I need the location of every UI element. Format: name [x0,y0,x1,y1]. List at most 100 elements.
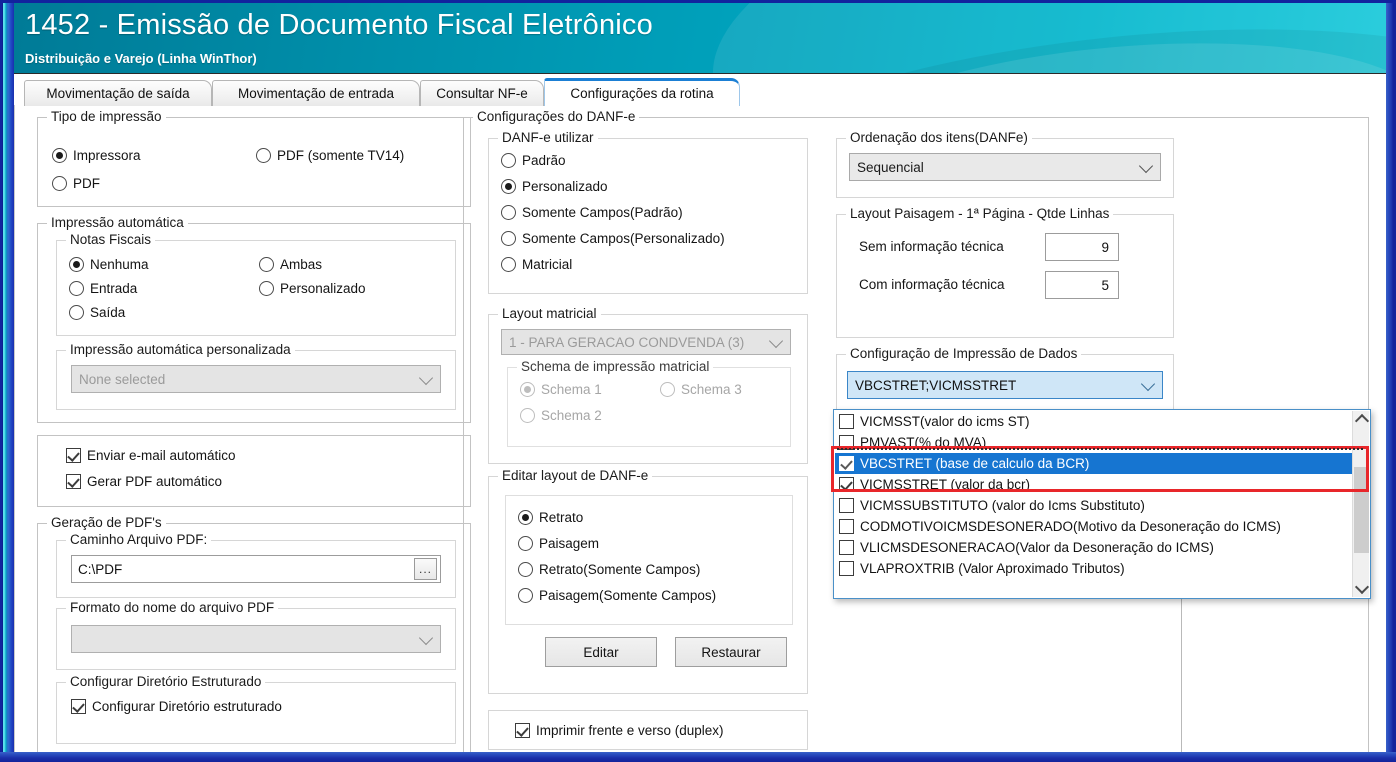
radio-entrada[interactable]: Entrada [69,281,137,296]
radio-personalizado-danfe[interactable]: Personalizado [501,179,608,194]
checkbox-icon[interactable] [839,477,854,492]
radio-schema-2[interactable]: Schema 2 [520,408,602,423]
radio-schema-3[interactable]: Schema 3 [660,382,742,397]
radio-matricial[interactable]: Matricial [501,257,572,272]
restaurar-button[interactable]: Restaurar [675,637,787,667]
radio-paisagem[interactable]: Paisagem [518,536,599,551]
radio-pdf[interactable]: PDF [52,176,100,191]
radio-retrato[interactable]: Retrato [518,510,583,525]
radio-nenhuma[interactable]: Nenhuma [69,257,149,272]
input-com-informacao-tecnica[interactable]: 5 [1045,271,1119,299]
checkbox-icon[interactable] [839,540,854,555]
radio-saida[interactable]: Saída [69,305,125,320]
tab-movimentacao-saida[interactable]: Movimentação de saída [24,80,212,106]
window-right-border [1386,0,1396,762]
checkbox-icon[interactable] [839,498,854,513]
group-caminho-arquivo-pdf: Caminho Arquivo PDF: C:\PDF ... [56,532,456,598]
radio-label: Ambas [280,257,323,272]
chevron-down-icon [418,370,434,386]
group-ordenacao-itens: Ordenação dos itens(DANFe) Sequencial [836,130,1174,198]
scroll-up-arrow-icon[interactable] [1353,411,1370,429]
ordenacao-itens-combo[interactable]: Sequencial [849,153,1161,181]
checkbox-enviar-email-automatico[interactable]: Enviar e-mail automático [66,448,236,463]
layout-matricial-combo[interactable]: 1 - PARA GERACAO CONDVENDA (3) [501,329,791,355]
radio-paisagem-somente-campos[interactable]: Paisagem(Somente Campos) [518,588,716,603]
list-item[interactable]: VLAPROXTRIB (Valor Aproximado Tributos) [835,558,1352,579]
group-title: DANF-e utilizar [498,130,598,145]
checkbox-imprimir-frente-verso[interactable]: Imprimir frente e verso (duplex) [515,723,724,738]
panel-orientacao-layout: Retrato Paisagem Retrato(Somente Campos)… [505,495,793,625]
radio-icon [259,281,274,296]
list-item[interactable]: CODMOTIVOICMSDESONERADO(Motivo da Desone… [835,516,1352,537]
tab-movimentacao-entrada[interactable]: Movimentação de entrada [212,80,420,106]
list-item-label: CODMOTIVOICMSDESONERADO(Motivo da Desone… [860,519,1281,534]
radio-label: Nenhuma [90,257,149,272]
radio-icon [501,179,516,194]
group-title: Notas Fiscais [66,232,156,247]
group-editar-layout-danfe: Editar layout de DANF-e Retrato Paisagem… [488,468,808,694]
tab-consultar-nfe[interactable]: Consultar NF-e [420,80,544,106]
checkbox-icon[interactable] [839,414,854,429]
checkbox-gerar-pdf-automatico[interactable]: Gerar PDF automático [66,474,222,489]
radio-label: Padrão [522,153,566,168]
radio-padrao[interactable]: Padrão [501,153,566,168]
radio-somente-campos-personalizado[interactable]: Somente Campos(Personalizado) [501,231,725,246]
radio-icon [520,408,535,423]
button-label: Restaurar [701,644,761,660]
list-item[interactable]: VICMSST(valor do icms ST) [835,411,1352,432]
radio-label: Matricial [522,257,573,272]
scrollbar-thumb[interactable] [1354,467,1369,553]
formato-nome-arquivo-combo[interactable] [71,625,441,653]
checkbox-icon[interactable] [839,561,854,576]
radio-personalizado[interactable]: Personalizado [259,281,366,296]
radio-label: Schema 1 [541,382,602,397]
app-header: 1452 - Emissão de Documento Fiscal Eletr… [3,3,1389,73]
input-value: C:\PDF [78,561,123,577]
group-impressao-automatica: Impressão automática Notas Fiscais Nenhu… [37,215,471,423]
list-item[interactable]: VICMSSTRET (valor da bcr) [835,474,1352,495]
radio-somente-campos-padrao[interactable]: Somente Campos(Padrão) [501,205,683,220]
tab-label: Movimentação de entrada [237,86,395,101]
list-item[interactable]: VLICMSDESONERACAO(Valor da Desoneração d… [835,537,1352,558]
radio-impressora[interactable]: Impressora [52,148,141,163]
checkbox-icon [515,723,530,738]
tab-configuracoes-da-rotina[interactable]: Configurações da rotina [544,78,740,106]
impressao-personalizada-combo[interactable]: None selected [71,365,441,393]
combo-value: VBCSTRET;VICMSSTRET [855,377,1017,393]
checkbox-icon [66,448,81,463]
radio-icon [69,257,84,272]
group-layout-matricial: Layout matricial 1 - PARA GERACAO CONDVE… [488,306,808,464]
radio-ambas[interactable]: Ambas [259,257,322,272]
caminho-arquivo-pdf-input[interactable]: C:\PDF [71,555,441,583]
list-item[interactable]: VICMSSUBSTITUTO (valor do Icms Substitut… [835,495,1352,516]
combo-value: 1 - PARA GERACAO CONDVENDA (3) [509,334,745,350]
group-notas-fiscais: Notas Fiscais Nenhuma Ambas Entrada Pers… [56,232,456,336]
browse-folder-button[interactable]: ... [414,558,437,580]
group-title: Caminho Arquivo PDF: [66,532,212,547]
radio-schema-1[interactable]: Schema 1 [520,382,602,397]
list-item-label: VLAPROXTRIB (Valor Aproximado Tributos) [860,561,1125,576]
radio-icon [69,281,84,296]
config-impressao-dados-combo[interactable]: VBCSTRET;VICMSSTRET [847,371,1163,399]
checkbox-label: Imprimir frente e verso (duplex) [536,723,724,738]
editar-button[interactable]: Editar [545,637,657,667]
radio-retrato-somente-campos[interactable]: Retrato(Somente Campos) [518,562,700,577]
checkbox-icon[interactable] [839,456,854,471]
list-item-label: VICMSSTRET (valor da bcr) [860,477,1031,492]
list-item-selected[interactable]: VBCSTRET (base de calculo da BCR) [835,453,1352,474]
dropdown-scrollbar[interactable] [1352,411,1369,597]
scroll-down-arrow-icon[interactable] [1353,579,1370,597]
radio-label: Saída [90,305,126,320]
config-impressao-dados-dropdown[interactable]: VICMSST(valor do icms ST) PMVAST(% do MV… [833,409,1371,599]
tab-bar: Movimentação de saída Movimentação de en… [14,78,1386,106]
group-geracao-pdf: Geração de PDF's Caminho Arquivo PDF: C:… [37,515,471,753]
radio-label: Somente Campos(Padrão) [522,205,683,220]
radio-label: Schema 3 [681,382,742,397]
list-item-label: VBCSTRET (base de calculo da BCR) [860,456,1090,471]
checkbox-configurar-diretorio-estruturado[interactable]: Configurar Diretório estruturado [71,699,282,714]
radio-pdf-somente-tv14[interactable]: PDF (somente TV14) [256,148,404,163]
ellipsis-icon: ... [418,562,432,576]
checkbox-icon[interactable] [839,519,854,534]
input-sem-informacao-tecnica[interactable]: 9 [1045,233,1119,261]
radio-label: Personalizado [522,179,608,194]
